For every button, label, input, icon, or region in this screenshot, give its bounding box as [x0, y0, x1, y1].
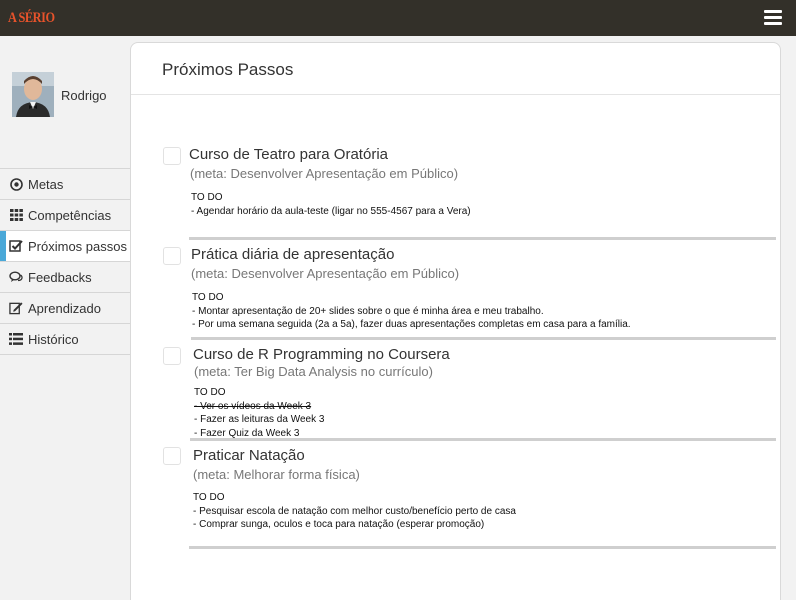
todo-item: - Comprar sunga, oculos e toca para nata… — [193, 519, 485, 530]
grid-icon — [9, 208, 23, 222]
panel-header: Próximos Passos — [131, 43, 780, 95]
task-title: Praticar Natação — [193, 447, 305, 464]
todo-item: - Fazer as leituras da Week 3 — [194, 414, 325, 425]
task-title: Curso de Teatro para Oratória — [189, 146, 388, 163]
task-checkbox[interactable] — [163, 247, 181, 265]
task-card: Curso de Teatro para Oratória (meta: Des… — [163, 139, 777, 243]
sidebar-nav: Metas Competências Próximos passos Feedb… — [0, 168, 130, 355]
sidebar-item-competencias[interactable]: Competências — [0, 200, 130, 231]
todo-header: TO DO — [192, 292, 224, 303]
sidebar-item-label: Histórico — [28, 331, 79, 347]
sidebar-item-proximos-passos[interactable]: Próximos passos — [0, 231, 130, 262]
sidebar-item-feedbacks[interactable]: Feedbacks — [0, 262, 130, 293]
task-meta: (meta: Melhorar forma física) — [193, 467, 360, 482]
todo-header: TO DO — [193, 492, 225, 503]
task-divider — [189, 546, 776, 549]
task-card: Prática diária de apresentação (meta: De… — [163, 239, 777, 343]
task-card: Praticar Natação (meta: Melhorar forma f… — [163, 441, 777, 551]
avatar — [12, 72, 54, 117]
task-meta: (meta: Ter Big Data Analysis no currícul… — [194, 364, 433, 379]
main-panel: Próximos Passos Curso de Teatro para Ora… — [130, 42, 781, 600]
task-todo: TO DO - Agendar horário da aula-teste (l… — [191, 191, 471, 218]
app-logo[interactable]: A SÉRIO — [8, 10, 55, 27]
list-icon — [9, 332, 23, 346]
task-todo: TO DO - Pesquisar escola de natação com … — [193, 491, 516, 532]
user-name: Rodrigo — [61, 88, 107, 103]
sidebar-item-label: Feedbacks — [28, 269, 92, 285]
todo-header: TO DO — [191, 192, 223, 203]
task-todo: TO DO - Ver os vídeos da Week 3 - Fazer … — [194, 386, 324, 440]
hamburger-menu-icon[interactable] — [764, 10, 782, 26]
checkbox-icon — [9, 239, 23, 253]
todo-item: - Por uma semana seguida (2a a 5a), faze… — [192, 319, 631, 330]
task-meta: (meta: Desenvolver Apresentação em Públi… — [190, 166, 459, 181]
task-checkbox[interactable] — [163, 447, 181, 465]
sidebar-item-label: Aprendizado — [28, 300, 101, 316]
todo-header: TO DO — [194, 387, 226, 398]
sidebar-item-aprendizado[interactable]: Aprendizado — [0, 293, 130, 324]
chat-bubbles-icon — [9, 270, 23, 284]
todo-item: - Montar apresentação de 20+ slides sobr… — [192, 305, 544, 317]
task-todo: TO DO - Montar apresentação de 20+ slide… — [192, 291, 631, 332]
sidebar: Rodrigo Metas Competências Próximos pass… — [0, 36, 130, 600]
task-title: Prática diária de apresentação — [191, 246, 395, 263]
todo-item: - Ver os vídeos da Week 3 — [194, 400, 312, 412]
task-checkbox[interactable] — [163, 347, 181, 365]
sidebar-item-metas[interactable]: Metas — [0, 169, 130, 200]
edit-icon — [9, 301, 23, 315]
sidebar-item-historico[interactable]: Histórico — [0, 324, 130, 355]
task-checkbox[interactable] — [163, 147, 181, 165]
todo-item: - Agendar horário da aula-teste (ligar n… — [191, 205, 471, 217]
sidebar-item-label: Competências — [28, 207, 112, 223]
todo-item: - Pesquisar escola de natação com melhor… — [193, 505, 516, 517]
task-meta: (meta: Desenvolver Apresentação em Públi… — [191, 266, 460, 281]
top-bar: A SÉRIO — [0, 0, 796, 36]
task-title: Curso de R Programming no Coursera — [193, 346, 450, 363]
target-icon — [9, 177, 23, 191]
page-title: Próximos Passos — [162, 60, 294, 79]
task-card: Curso de R Programming no Coursera (meta… — [163, 339, 777, 443]
sidebar-item-label: Próximos passos — [28, 238, 127, 254]
sidebar-item-label: Metas — [28, 176, 64, 192]
